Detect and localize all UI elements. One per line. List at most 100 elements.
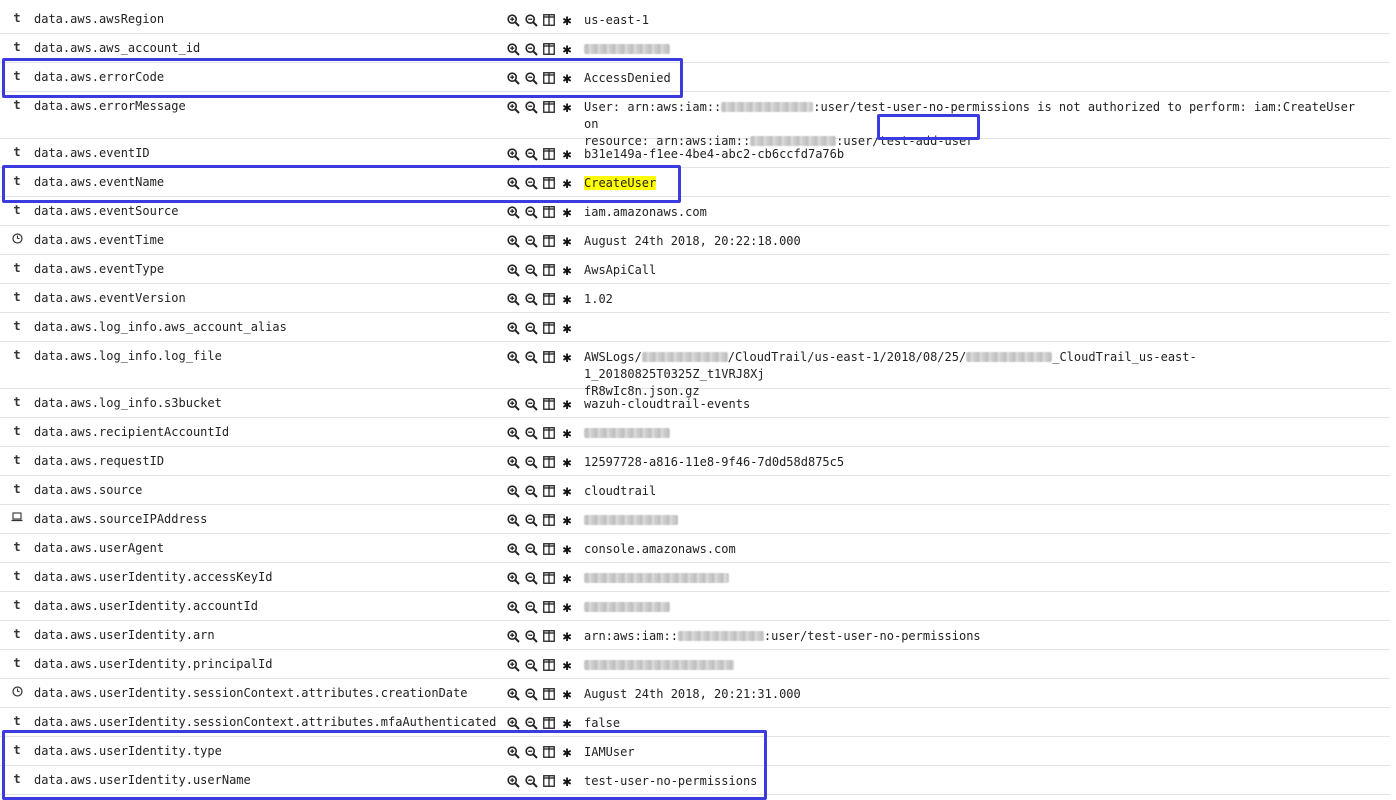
zoom-in-icon[interactable] [506, 483, 520, 499]
asterisk-icon[interactable]: ✱ [560, 512, 574, 528]
zoom-out-icon[interactable] [524, 70, 538, 86]
zoom-in-icon[interactable] [506, 320, 520, 336]
column-icon[interactable] [542, 70, 556, 86]
asterisk-icon[interactable]: ✱ [560, 262, 574, 278]
zoom-in-icon[interactable] [506, 425, 520, 441]
column-icon[interactable] [542, 744, 556, 760]
column-icon[interactable] [542, 686, 556, 702]
column-icon[interactable] [542, 320, 556, 336]
asterisk-icon[interactable]: ✱ [560, 349, 574, 365]
asterisk-icon[interactable]: ✱ [560, 396, 574, 412]
zoom-in-icon[interactable] [506, 454, 520, 470]
column-icon[interactable] [542, 541, 556, 557]
asterisk-icon[interactable]: ✱ [560, 233, 574, 249]
asterisk-icon[interactable]: ✱ [560, 99, 574, 115]
asterisk-icon[interactable]: ✱ [560, 483, 574, 499]
zoom-out-icon[interactable] [524, 773, 538, 789]
zoom-in-icon[interactable] [506, 41, 520, 57]
column-icon[interactable] [542, 291, 556, 307]
zoom-out-icon[interactable] [524, 349, 538, 365]
asterisk-icon[interactable]: ✱ [560, 291, 574, 307]
zoom-in-icon[interactable] [506, 12, 520, 28]
asterisk-icon[interactable]: ✱ [560, 454, 574, 470]
column-icon[interactable] [542, 204, 556, 220]
asterisk-icon[interactable]: ✱ [560, 599, 574, 615]
zoom-in-icon[interactable] [506, 773, 520, 789]
asterisk-icon[interactable]: ✱ [560, 146, 574, 162]
zoom-in-icon[interactable] [506, 715, 520, 731]
asterisk-icon[interactable]: ✱ [560, 570, 574, 586]
asterisk-icon[interactable]: ✱ [560, 686, 574, 702]
asterisk-icon[interactable]: ✱ [560, 425, 574, 441]
zoom-in-icon[interactable] [506, 744, 520, 760]
zoom-out-icon[interactable] [524, 99, 538, 115]
column-icon[interactable] [542, 628, 556, 644]
zoom-out-icon[interactable] [524, 657, 538, 673]
asterisk-icon[interactable]: ✱ [560, 320, 574, 336]
asterisk-icon[interactable]: ✱ [560, 541, 574, 557]
column-icon[interactable] [542, 349, 556, 365]
asterisk-icon[interactable]: ✱ [560, 773, 574, 789]
zoom-out-icon[interactable] [524, 570, 538, 586]
zoom-in-icon[interactable] [506, 541, 520, 557]
zoom-out-icon[interactable] [524, 12, 538, 28]
zoom-out-icon[interactable] [524, 396, 538, 412]
column-icon[interactable] [542, 425, 556, 441]
column-icon[interactable] [542, 175, 556, 191]
zoom-out-icon[interactable] [524, 425, 538, 441]
column-icon[interactable] [542, 233, 556, 249]
zoom-out-icon[interactable] [524, 262, 538, 278]
asterisk-icon[interactable]: ✱ [560, 204, 574, 220]
column-icon[interactable] [542, 146, 556, 162]
zoom-out-icon[interactable] [524, 541, 538, 557]
zoom-in-icon[interactable] [506, 349, 520, 365]
zoom-out-icon[interactable] [524, 41, 538, 57]
zoom-in-icon[interactable] [506, 262, 520, 278]
asterisk-icon[interactable]: ✱ [560, 175, 574, 191]
asterisk-icon[interactable]: ✱ [560, 41, 574, 57]
zoom-out-icon[interactable] [524, 291, 538, 307]
zoom-out-icon[interactable] [524, 512, 538, 528]
column-icon[interactable] [542, 12, 556, 28]
column-icon[interactable] [542, 454, 556, 470]
column-icon[interactable] [542, 570, 556, 586]
zoom-out-icon[interactable] [524, 146, 538, 162]
zoom-in-icon[interactable] [506, 291, 520, 307]
zoom-in-icon[interactable] [506, 233, 520, 249]
asterisk-icon[interactable]: ✱ [560, 657, 574, 673]
zoom-in-icon[interactable] [506, 99, 520, 115]
zoom-out-icon[interactable] [524, 320, 538, 336]
zoom-out-icon[interactable] [524, 175, 538, 191]
asterisk-icon[interactable]: ✱ [560, 744, 574, 760]
asterisk-icon[interactable]: ✱ [560, 12, 574, 28]
zoom-in-icon[interactable] [506, 204, 520, 220]
column-icon[interactable] [542, 657, 556, 673]
zoom-in-icon[interactable] [506, 512, 520, 528]
zoom-in-icon[interactable] [506, 146, 520, 162]
column-icon[interactable] [542, 99, 556, 115]
column-icon[interactable] [542, 483, 556, 499]
column-icon[interactable] [542, 715, 556, 731]
zoom-in-icon[interactable] [506, 70, 520, 86]
zoom-in-icon[interactable] [506, 599, 520, 615]
zoom-in-icon[interactable] [506, 175, 520, 191]
zoom-out-icon[interactable] [524, 233, 538, 249]
zoom-out-icon[interactable] [524, 715, 538, 731]
zoom-in-icon[interactable] [506, 628, 520, 644]
zoom-out-icon[interactable] [524, 628, 538, 644]
zoom-out-icon[interactable] [524, 483, 538, 499]
zoom-out-icon[interactable] [524, 599, 538, 615]
column-icon[interactable] [542, 773, 556, 789]
asterisk-icon[interactable]: ✱ [560, 70, 574, 86]
zoom-in-icon[interactable] [506, 570, 520, 586]
zoom-in-icon[interactable] [506, 686, 520, 702]
column-icon[interactable] [542, 41, 556, 57]
column-icon[interactable] [542, 512, 556, 528]
zoom-out-icon[interactable] [524, 204, 538, 220]
column-icon[interactable] [542, 396, 556, 412]
column-icon[interactable] [542, 262, 556, 278]
zoom-out-icon[interactable] [524, 744, 538, 760]
zoom-in-icon[interactable] [506, 396, 520, 412]
column-icon[interactable] [542, 599, 556, 615]
zoom-out-icon[interactable] [524, 454, 538, 470]
